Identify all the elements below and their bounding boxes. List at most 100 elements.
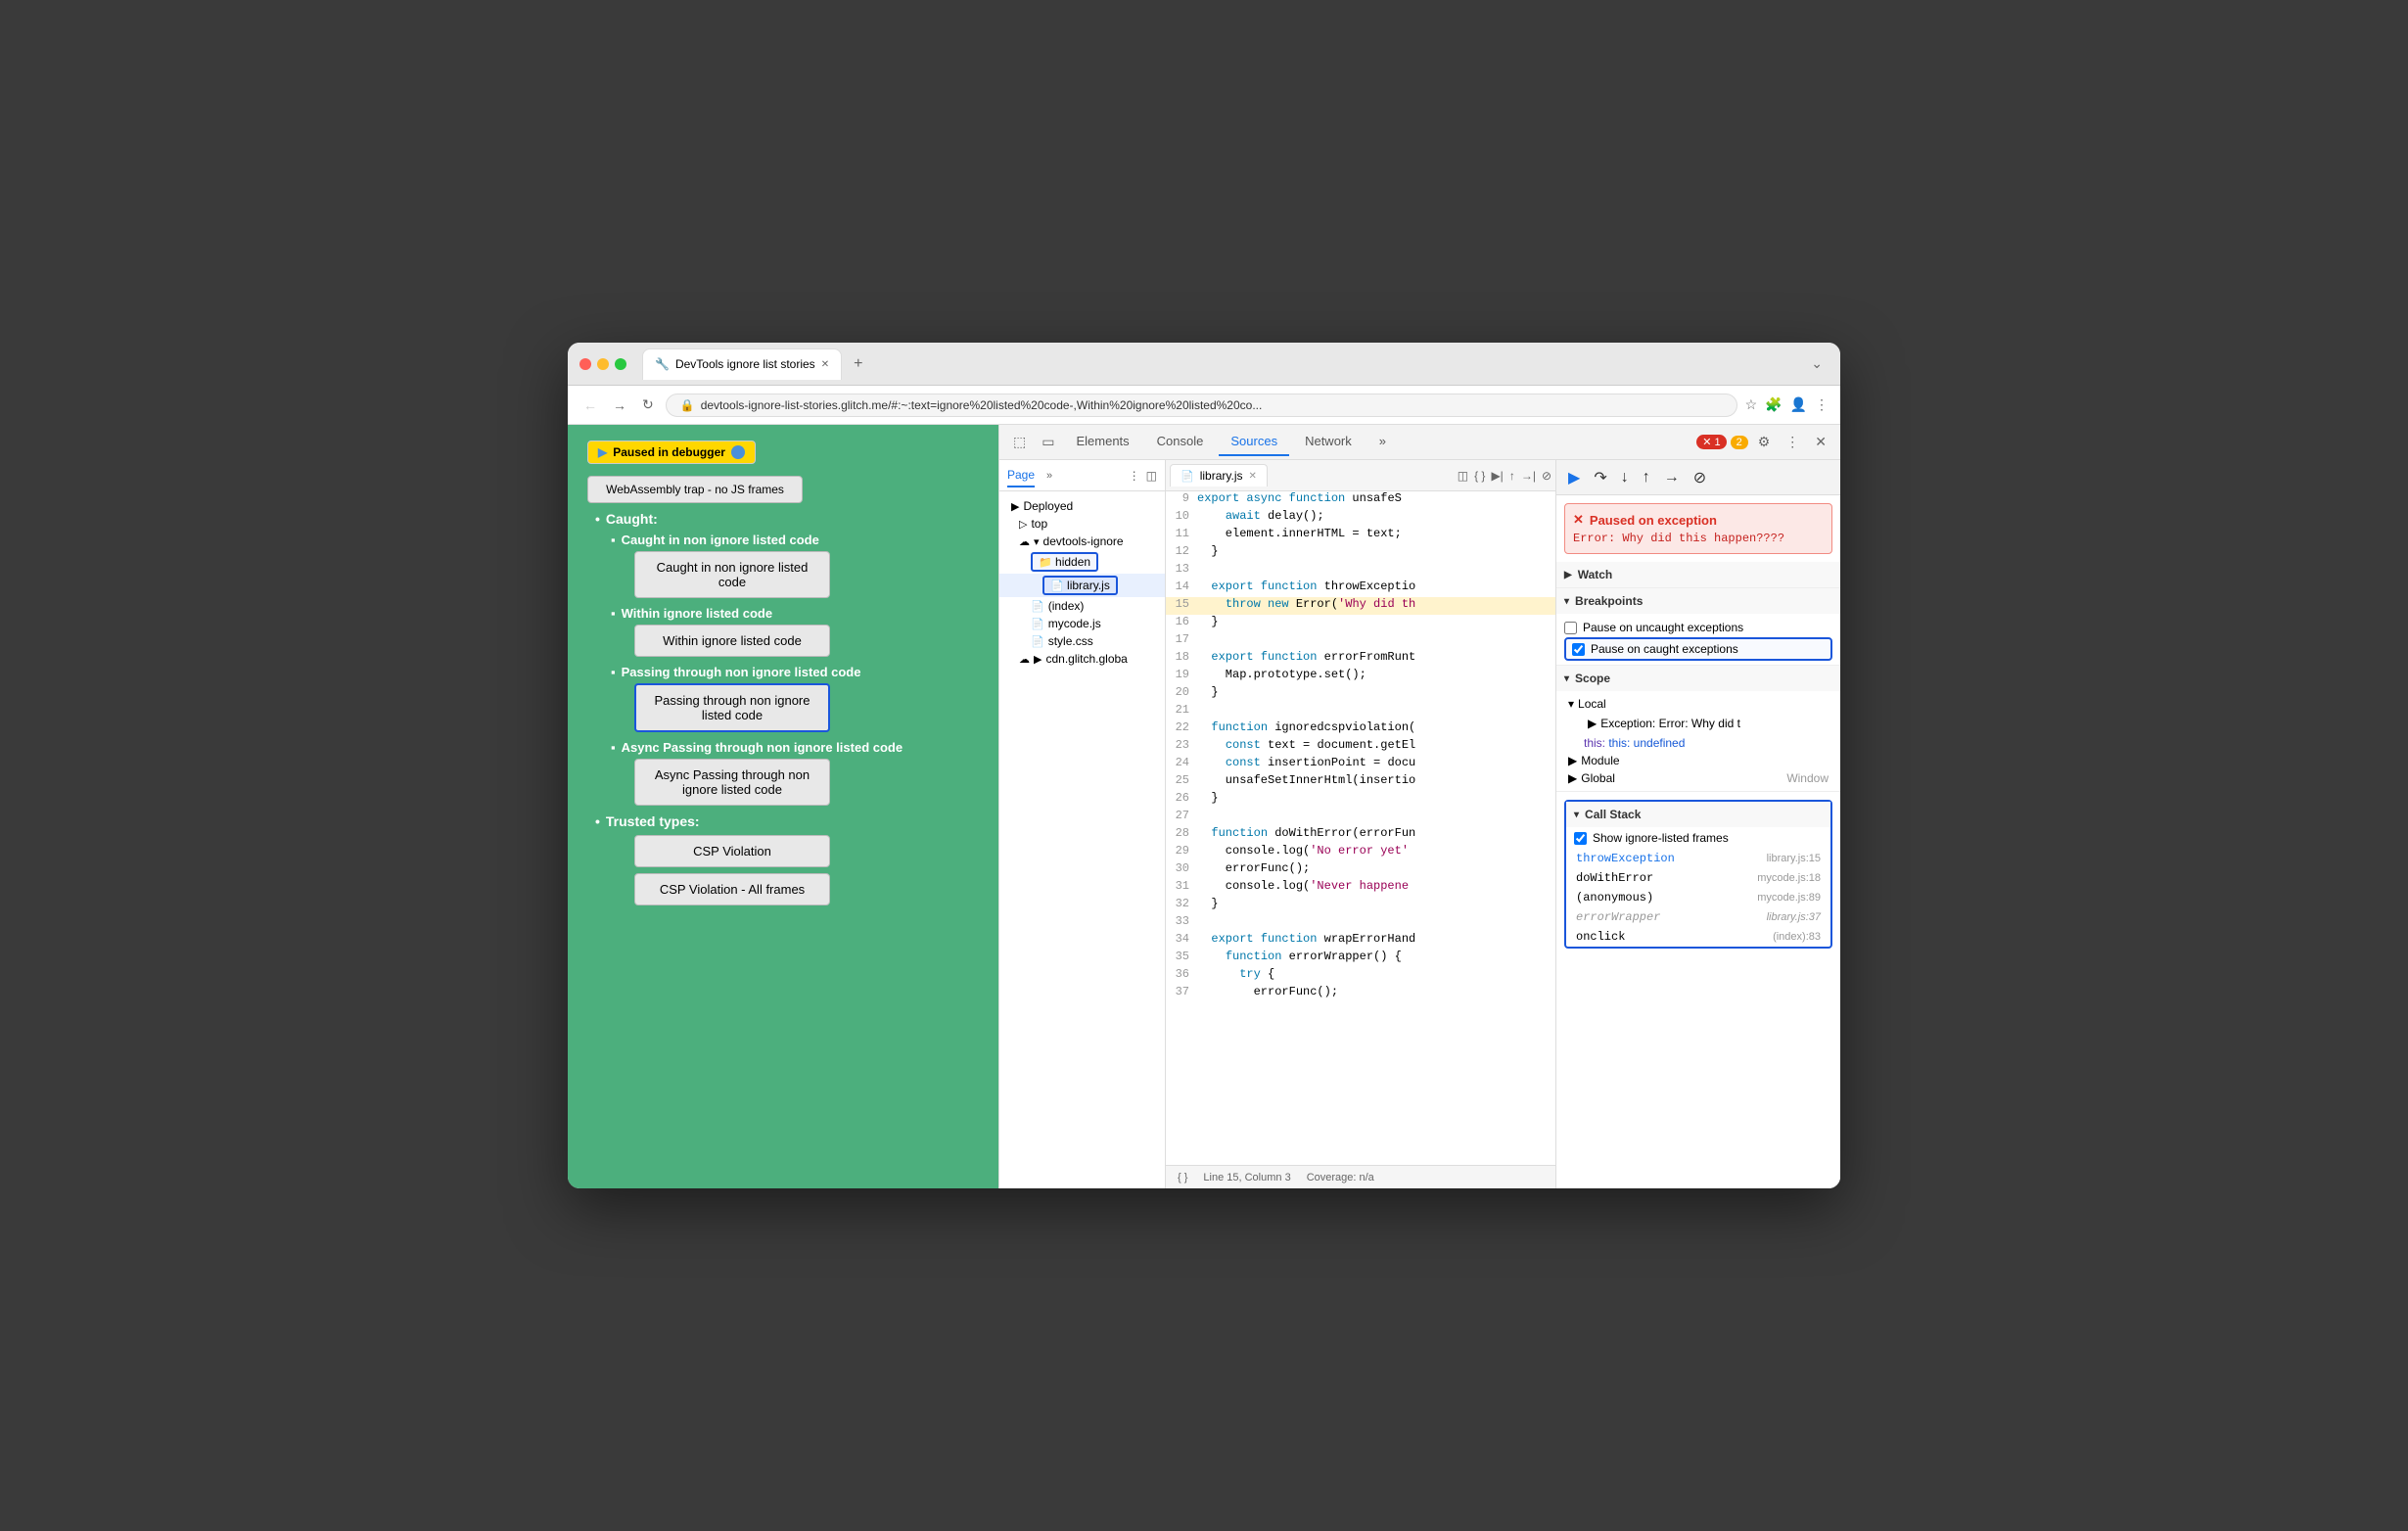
code-more-icon[interactable]: ▶| — [1491, 469, 1503, 483]
tree-cdn[interactable]: ☁ ▶ cdn.glitch.globa — [999, 650, 1165, 668]
folder-icon: 📁 — [1039, 557, 1052, 569]
tab-console[interactable]: Console — [1145, 428, 1216, 456]
maximize-button[interactable] — [615, 358, 626, 370]
tab-elements[interactable]: Elements — [1064, 428, 1140, 456]
async-passing-button[interactable]: Async Passing through non ignore listed … — [634, 759, 830, 806]
traffic-lights — [579, 358, 626, 370]
tree-style-css[interactable]: 📄 style.css — [999, 632, 1165, 650]
sources-toggle-icon[interactable]: ◫ — [1146, 469, 1157, 483]
code-step-icon[interactable]: ↑ — [1509, 469, 1515, 483]
within-ignore-button[interactable]: Within ignore listed code — [634, 625, 830, 657]
tree-top[interactable]: ▷ top — [999, 515, 1165, 533]
user-icon[interactable]: 👤 — [1790, 396, 1807, 413]
settings-icon[interactable]: ⚙ — [1752, 430, 1777, 454]
forward-button[interactable]: → — [609, 394, 630, 417]
inspect-element-icon[interactable]: ⬚ — [1007, 430, 1032, 454]
exception-title: ✕ Paused on exception — [1573, 512, 1824, 528]
code-line-23: 23 const text = document.getEl — [1166, 738, 1555, 756]
local-scope[interactable]: ▾ Local — [1564, 695, 1832, 713]
bookmark-icon[interactable]: ☆ — [1745, 396, 1758, 413]
pause-uncaught-checkbox[interactable] — [1564, 622, 1577, 634]
code-line-35: 35 function errorWrapper() { — [1166, 950, 1555, 967]
callstack-chevron: ▾ — [1574, 810, 1579, 820]
back-button[interactable]: ← — [579, 394, 601, 417]
step-into-button[interactable]: ↓ — [1617, 467, 1633, 488]
device-toolbar-icon[interactable]: ▭ — [1036, 430, 1060, 454]
callstack-src-1: mycode.js:18 — [1757, 872, 1821, 884]
callstack-item-1[interactable]: doWithError mycode.js:18 — [1566, 868, 1830, 888]
watch-label: Watch — [1578, 568, 1613, 581]
square-bullet-2: ▪ — [611, 606, 616, 621]
extension-icon[interactable]: 🧩 — [1765, 396, 1782, 413]
breakpoints-section: ▾ Breakpoints Pause on uncaught exceptio… — [1556, 588, 1840, 666]
passing-through-button[interactable]: Passing through non ignore listed code — [634, 683, 830, 732]
code-tab-library-js[interactable]: 📄 library.js ✕ — [1170, 464, 1268, 487]
scope-header[interactable]: ▾ Scope — [1556, 666, 1840, 691]
code-arrow-icon[interactable]: →| — [1521, 469, 1536, 483]
more-options-icon[interactable]: ⋮ — [1780, 430, 1805, 454]
close-button[interactable] — [579, 358, 591, 370]
chevron-down-icon[interactable]: ⌄ — [1805, 351, 1829, 376]
tab-network[interactable]: Network — [1293, 428, 1364, 456]
step-over-button[interactable]: ↷ — [1590, 466, 1610, 489]
error-badge: ✕ 1 — [1696, 435, 1726, 449]
sources-page-tab[interactable]: Page — [1007, 464, 1035, 487]
watch-header[interactable]: ▶ Watch — [1556, 562, 1840, 587]
pause-caught-checkbox[interactable] — [1572, 643, 1585, 656]
refresh-button[interactable]: ↻ — [638, 393, 658, 417]
breakpoints-label: Breakpoints — [1575, 594, 1643, 608]
callstack-item-4[interactable]: onclick (index):83 — [1566, 927, 1830, 947]
step-out-button[interactable]: ↑ — [1639, 467, 1654, 488]
url-bar[interactable]: 🔒 devtools-ignore-list-stories.glitch.me… — [666, 394, 1737, 417]
caught-non-ignore-group: Caught in non ignore listed code — [611, 551, 979, 598]
exception-panel: ✕ Paused on exception Error: Why did thi… — [1564, 503, 1832, 554]
warn-count: 2 — [1737, 437, 1742, 448]
sources-more-tabs[interactable]: » — [1046, 470, 1052, 482]
code-format-icon[interactable]: { } — [1474, 469, 1485, 483]
callstack-fn-4: onclick — [1576, 930, 1625, 944]
tree-mycode-js[interactable]: 📄 mycode.js — [999, 615, 1165, 632]
tree-hidden-highlight: 📁 hidden — [1031, 552, 1098, 572]
show-ignored-checkbox[interactable] — [1574, 832, 1587, 845]
code-tab-close[interactable]: ✕ — [1248, 471, 1256, 482]
resume-button[interactable]: ▶ — [1564, 466, 1584, 489]
close-devtools-icon[interactable]: ✕ — [1809, 430, 1832, 454]
global-scope[interactable]: ▶ Global Window — [1564, 769, 1832, 787]
callstack-header[interactable]: ▾ Call Stack — [1566, 802, 1830, 827]
tree-cloud-icon: ☁ — [1019, 535, 1030, 548]
callstack-item-0[interactable]: throwException library.js:15 — [1566, 849, 1830, 868]
tab-sources[interactable]: Sources — [1219, 428, 1289, 456]
callstack-item-2[interactable]: (anonymous) mycode.js:89 — [1566, 888, 1830, 907]
menu-icon[interactable]: ⋮ — [1815, 396, 1829, 413]
sources-more-icon[interactable]: ⋮ — [1129, 469, 1140, 483]
csp-violation-button[interactable]: CSP Violation — [634, 835, 830, 867]
caught-non-ignore-button[interactable]: Caught in non ignore listed code — [634, 551, 830, 598]
tree-index[interactable]: 📄 (index) — [999, 597, 1165, 615]
tree-library-js[interactable]: 📄 library.js — [999, 574, 1165, 597]
square-bullet-4: ▪ — [611, 740, 616, 755]
tree-cloud-icon-2: ☁ — [1019, 653, 1030, 666]
tree-library-highlight: 📄 library.js — [1042, 576, 1118, 595]
tree-devtools-ignore[interactable]: ☁ ▾ devtools-ignore — [999, 533, 1165, 550]
code-line-9: 9 export async function unsafeS — [1166, 491, 1555, 509]
csp-violation-all-button[interactable]: CSP Violation - All frames — [634, 873, 830, 905]
browser-tab-active[interactable]: 🔧 DevTools ignore list stories ✕ — [642, 348, 842, 380]
exception-expand[interactable]: ▶ Exception: Error: Why did t — [1584, 715, 1829, 732]
scope-section: ▾ Scope ▾ Local ▶ Exception: E — [1556, 666, 1840, 792]
trusted-subsection: CSP Violation CSP Violation - All frames — [595, 835, 979, 905]
new-tab-button[interactable]: + — [846, 355, 870, 373]
code-line-18: 18 export function errorFromRunt — [1166, 650, 1555, 668]
code-disable-icon[interactable]: ⊘ — [1542, 469, 1551, 483]
code-sidebar-toggle[interactable]: ◫ — [1458, 469, 1468, 483]
breakpoints-header[interactable]: ▾ Breakpoints — [1556, 588, 1840, 614]
module-scope[interactable]: ▶ Module — [1564, 752, 1832, 769]
minimize-button[interactable] — [597, 358, 609, 370]
tab-more[interactable]: » — [1367, 428, 1398, 456]
step-button[interactable]: → — [1660, 467, 1684, 488]
callstack-src-2: mycode.js:89 — [1757, 892, 1821, 904]
tree-deployed[interactable]: ▶ Deployed — [999, 497, 1165, 515]
deactivate-breakpoints-button[interactable]: ⊘ — [1690, 466, 1710, 489]
tree-hidden-folder[interactable]: 📁 hidden — [999, 550, 1165, 574]
tab-close-button[interactable]: ✕ — [821, 359, 829, 370]
callstack-item-3[interactable]: errorWrapper library.js:37 — [1566, 907, 1830, 927]
